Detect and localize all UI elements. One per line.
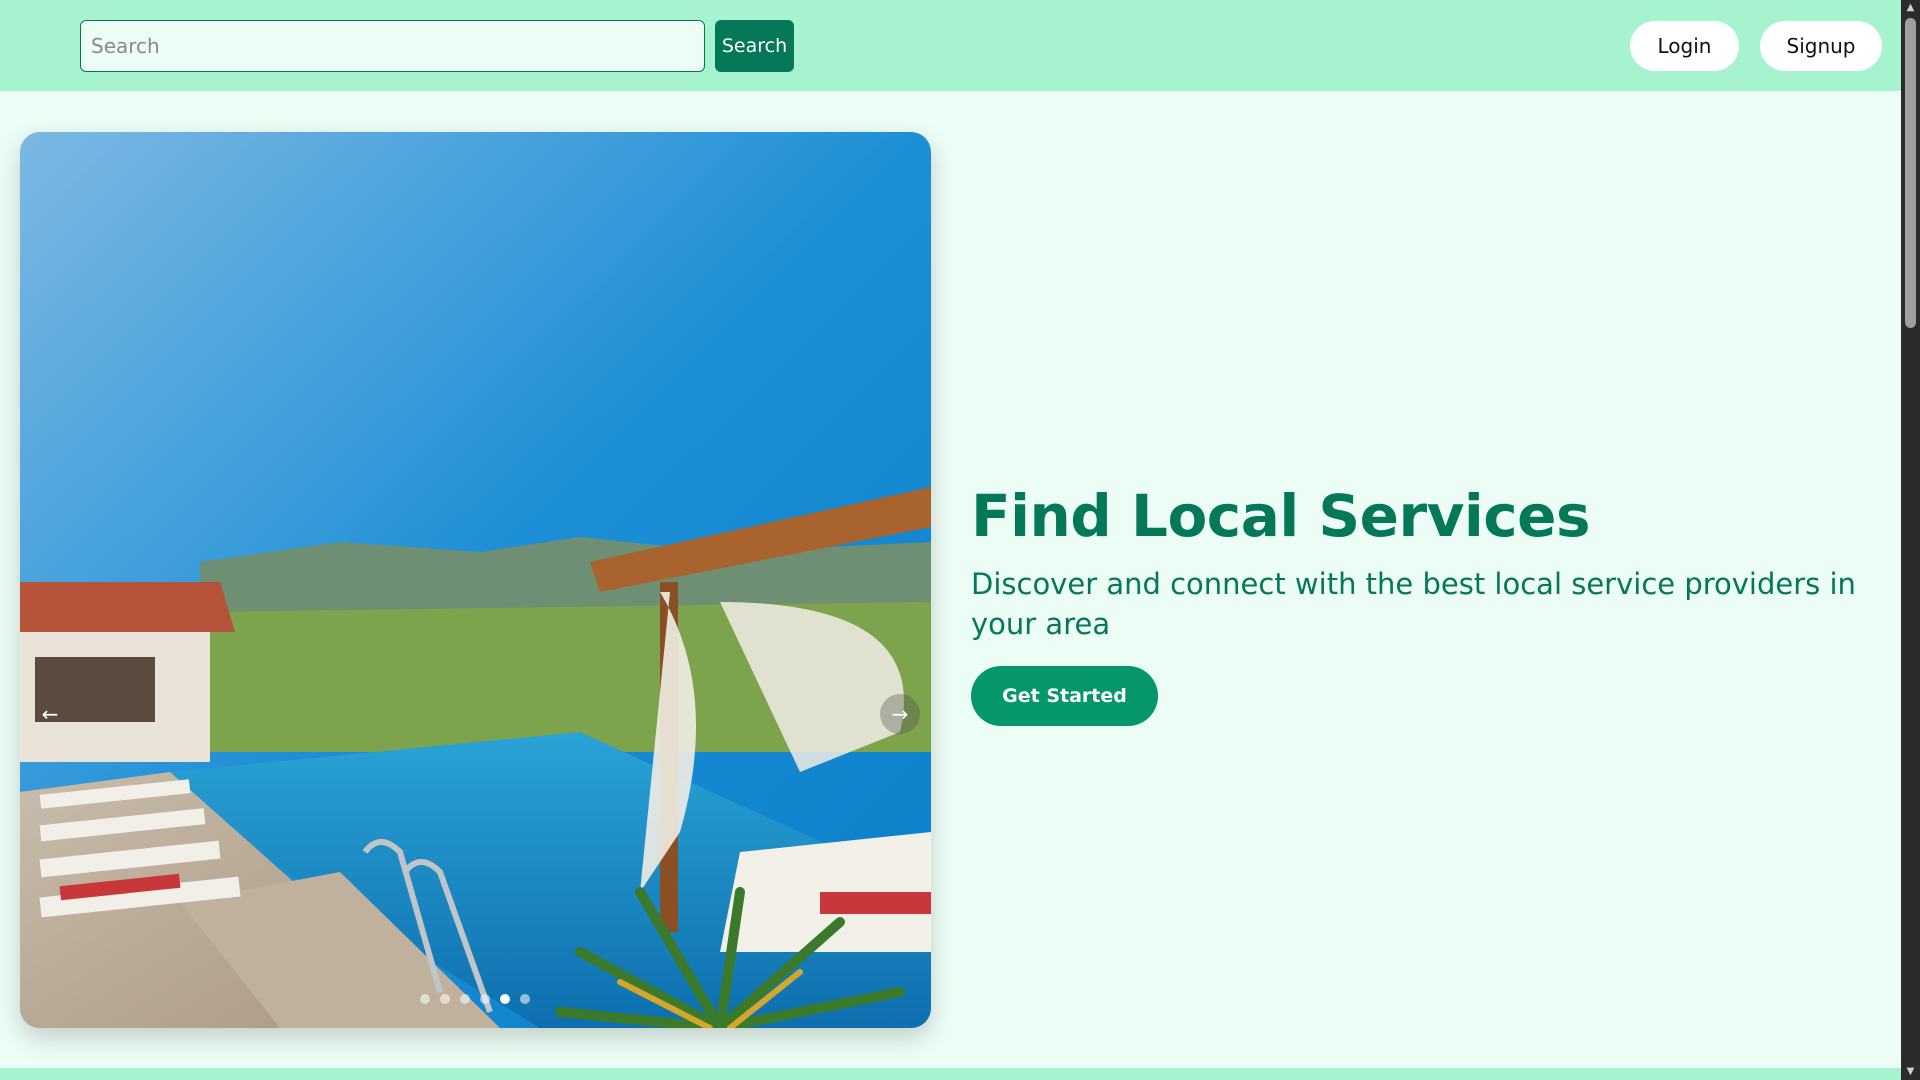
hero-title: Find Local Services <box>971 482 1591 550</box>
scroll-down-arrow-icon[interactable]: ▼ <box>1901 1064 1920 1080</box>
carousel-dot[interactable] <box>420 994 430 1004</box>
carousel-prev-button[interactable]: ← <box>30 694 70 734</box>
footer-strip <box>0 1068 1901 1080</box>
hero-subtitle: Discover and connect with the best local… <box>971 567 1856 641</box>
carousel-indicators <box>420 994 530 1004</box>
hero-section: Find Local Services Discover and connect… <box>971 480 1871 726</box>
carousel-dot[interactable] <box>480 994 490 1004</box>
signup-button[interactable]: Signup <box>1760 21 1882 71</box>
page-scrollbar[interactable]: ▲ ▼ <box>1901 0 1920 1080</box>
search-input[interactable] <box>80 20 705 72</box>
carousel-dot[interactable] <box>520 994 530 1004</box>
get-started-button[interactable]: Get Started <box>971 666 1158 726</box>
scroll-up-arrow-icon[interactable]: ▲ <box>1901 0 1920 16</box>
carousel-slide-image <box>20 132 931 1028</box>
carousel-next-button[interactable]: → <box>880 694 920 734</box>
carousel-dot[interactable] <box>500 994 510 1004</box>
image-carousel: ← → <box>20 132 931 1028</box>
search-button[interactable]: Search <box>715 20 794 72</box>
top-navbar: Search Login Signup <box>0 0 1901 91</box>
carousel-dot[interactable] <box>440 994 450 1004</box>
scrollbar-thumb[interactable] <box>1905 18 1916 328</box>
login-button[interactable]: Login <box>1630 21 1739 71</box>
carousel-dot[interactable] <box>460 994 470 1004</box>
